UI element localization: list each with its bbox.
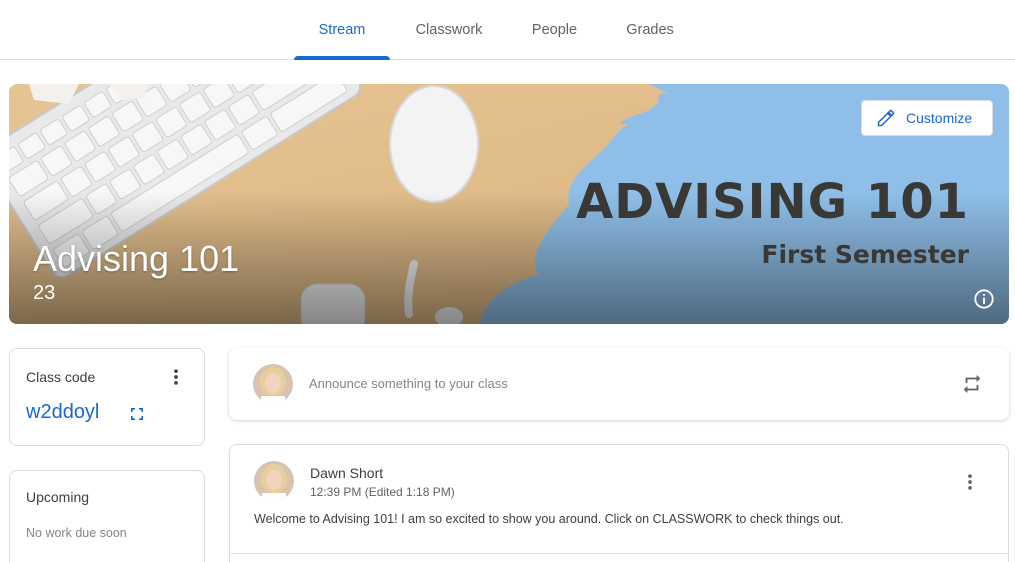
stream-post: Dawn Short 12:39 PM (Edited 1:18 PM) Wel… [229,444,1009,562]
avatar [253,364,293,404]
class-code-label: Class code [26,369,96,385]
top-tab-bar: Stream Classwork People Grades [0,0,1015,60]
class-code-value: w2ddoyl [26,401,100,423]
avatar [254,461,294,501]
class-banner: ADVISING 101 First Semester Customize Ad… [9,84,1009,324]
post-time: 12:39 PM (Edited 1:18 PM) [310,485,455,499]
upcoming-status: No work due soon [26,526,127,540]
more-vert-icon[interactable] [166,367,186,387]
banner-art-title: ADVISING 101 [576,174,969,230]
post-body: Welcome to Advising 101! I am so excited… [254,512,844,526]
more-vert-icon[interactable] [960,471,980,493]
repeat-icon[interactable] [961,373,983,395]
upcoming-label: Upcoming [26,489,90,505]
class-title: Advising 101 [33,238,240,279]
banner-art-subtitle: First Semester [761,240,969,269]
fullscreen-icon[interactable] [129,406,145,422]
class-section: 23 [33,282,56,304]
tab-stream[interactable]: Stream [294,0,390,60]
customize-label: Customize [906,110,973,126]
pencil-icon [877,109,895,127]
tab-people[interactable]: People [507,0,602,59]
info-icon[interactable] [973,288,995,310]
customize-button[interactable]: Customize [861,100,993,136]
announce-placeholder: Announce something to your class [309,376,508,391]
post-divider [230,553,1008,554]
post-author: Dawn Short [310,465,384,481]
upcoming-card: Upcoming No work due soon [9,470,205,562]
tab-grades[interactable]: Grades [602,0,698,59]
announce-box[interactable]: Announce something to your class [229,348,1009,420]
tab-classwork[interactable]: Classwork [401,0,497,59]
class-code-card: Class code w2ddoyl [9,348,205,446]
